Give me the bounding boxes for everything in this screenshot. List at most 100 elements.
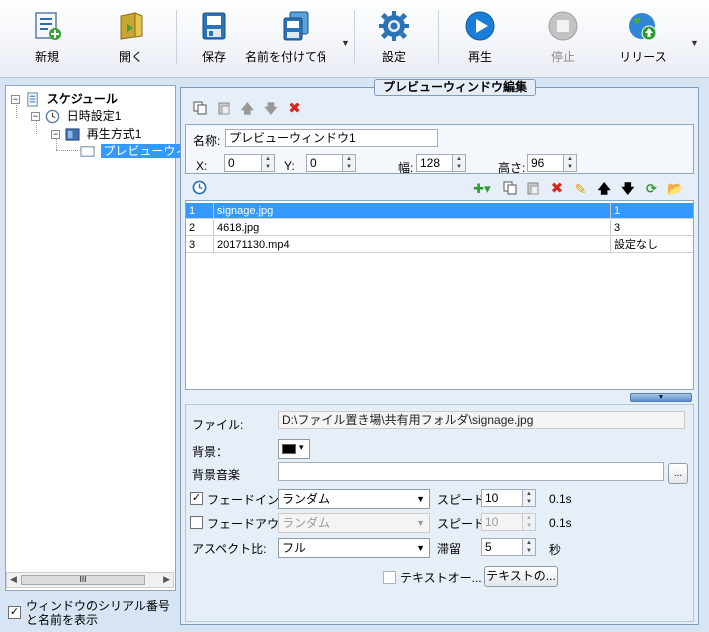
dropdown-arrow-icon: ▾	[299, 442, 304, 452]
y-spinner[interactable]: ▲ ▼	[342, 154, 356, 172]
paste-icon[interactable]	[525, 181, 541, 197]
editor-mini-toolbar: 🡅 🡇 ✖	[192, 100, 307, 118]
settings-label: 設定	[381, 50, 406, 64]
settings-button[interactable]: 設定	[363, 6, 425, 70]
fadeout-speed-spinner[interactable]: ▲ ▼	[522, 513, 536, 531]
aspect-ratio-select[interactable]: フル ▼	[278, 538, 430, 558]
copy-icon[interactable]	[502, 181, 518, 197]
item-properties-section	[185, 404, 694, 622]
save-as-dropdown-arrow-icon[interactable]: ▼	[341, 38, 350, 48]
stop-label: 停止	[550, 50, 575, 64]
x-input[interactable]: 0	[224, 154, 264, 172]
move-up-icon[interactable]: 🡅	[596, 181, 612, 197]
tree-node-schedule[interactable]: − スケジュール	[11, 91, 118, 107]
fadein-mode-select[interactable]: ランダム ▼	[278, 489, 430, 509]
fadeout-speed-input[interactable]: 10	[481, 513, 525, 531]
schedule-clock-icon[interactable]	[192, 180, 207, 198]
schedule-tree: − スケジュール − 日時設定1 − 再生方式1 プレビューウィ	[5, 85, 190, 591]
new-button[interactable]: 新規	[16, 6, 78, 70]
move-down-icon[interactable]: 🡇	[263, 101, 279, 117]
bgm-browse-button[interactable]: ...	[668, 463, 688, 484]
add-file-icon[interactable]: ✚▾	[470, 181, 494, 197]
row-number: 3	[186, 237, 214, 253]
stay-unit: 秒	[549, 543, 562, 557]
stay-spinner[interactable]: ▲ ▼	[522, 538, 536, 556]
save-button[interactable]: 保存	[183, 6, 245, 70]
fadein-unit: 0.1s	[549, 492, 572, 506]
table-row[interactable]: 3 20171130.mp4 設定なし	[186, 237, 693, 253]
name-input[interactable]: プレビューウィンドウ1	[225, 129, 438, 147]
stay-label: 滞留	[437, 542, 462, 556]
collapse-toggle-icon[interactable]: −	[11, 95, 20, 105]
text-settings-button[interactable]: テキストの...	[484, 566, 558, 587]
fadeout-checkbox[interactable]	[190, 516, 203, 529]
width-input[interactable]: 128	[416, 154, 456, 172]
fadein-speed-spinner[interactable]: ▲ ▼	[522, 489, 536, 507]
copy-icon[interactable]	[192, 101, 208, 117]
width-label: 幅:	[398, 161, 414, 175]
save-icon	[202, 12, 226, 40]
table-row[interactable]: 2 4618.jpg 3	[186, 220, 693, 236]
scroll-left-arrow-icon[interactable]: ◀	[10, 574, 17, 585]
play-button[interactable]: 再生	[449, 6, 511, 70]
clear-brush-icon[interactable]: ✎	[573, 181, 589, 197]
save-as-button[interactable]: 名前を付けて保存	[245, 6, 339, 70]
panel-splitter-collapse-button[interactable]: ▼	[630, 393, 692, 402]
scroll-thumb[interactable]: III	[21, 575, 145, 585]
paste-icon[interactable]	[216, 101, 232, 117]
open-folder-icon[interactable]: 📂	[667, 181, 683, 197]
file-label: ファイル:	[192, 418, 244, 432]
aspect-ratio-label: アスペクト比:	[192, 542, 267, 556]
editor-panel-title: プレビューウィンドウ編集	[374, 79, 537, 96]
toolbar-separator	[176, 10, 177, 64]
fadein-speed-input[interactable]: 10	[481, 489, 525, 507]
stay-input[interactable]: 5	[481, 538, 525, 556]
x-spinner[interactable]: ▲ ▼	[261, 154, 275, 172]
scroll-right-arrow-icon[interactable]: ▶	[163, 574, 170, 585]
play-label: 再生	[467, 50, 492, 64]
tree-node-label: スケジュール	[46, 92, 118, 106]
show-serial-checkbox[interactable]: ✓	[8, 606, 21, 619]
collapse-toggle-icon[interactable]: −	[51, 130, 60, 140]
play-icon	[465, 11, 495, 41]
clock-icon	[46, 110, 60, 124]
fadeout-mode-select[interactable]: ランダム ▼	[278, 513, 430, 533]
save-label: 保存	[201, 50, 226, 64]
open-button[interactable]: 開く	[100, 6, 162, 70]
release-dropdown-arrow-icon[interactable]: ▼	[690, 38, 699, 48]
aspect-ratio-value: フル	[282, 541, 307, 555]
name-label: 名称:	[193, 134, 221, 148]
refresh-icon[interactable]: ⟳	[643, 181, 659, 197]
row-number: 1	[186, 203, 214, 219]
globe-release-icon	[629, 13, 657, 41]
gear-icon	[379, 11, 409, 41]
collapse-toggle-icon[interactable]: −	[31, 112, 40, 122]
delete-icon[interactable]: ✖	[287, 100, 303, 117]
width-spinner[interactable]: ▲ ▼	[452, 154, 466, 172]
height-input[interactable]: 96	[527, 154, 567, 172]
row-filename: signage.jpg	[214, 203, 611, 219]
open-label: 開く	[118, 50, 143, 64]
playback-mode-icon	[65, 128, 80, 141]
tree-node-preview-window[interactable]: プレビューウィ	[80, 143, 190, 159]
tree-horizontal-scrollbar[interactable]: ◀ III ▶	[6, 572, 174, 588]
move-up-icon[interactable]: 🡅	[239, 101, 255, 117]
background-color-picker[interactable]: ▾	[278, 439, 310, 459]
fadein-checkbox[interactable]: ✓	[190, 492, 203, 505]
release-button[interactable]: リリース	[612, 6, 674, 70]
tree-node-label: 日時設定1	[66, 109, 122, 123]
stop-button[interactable]: 停止	[532, 6, 594, 70]
bgm-input[interactable]	[278, 462, 664, 481]
text-overlay-checkbox[interactable]	[383, 571, 396, 584]
tree-node-playback[interactable]: − 再生方式1	[51, 126, 141, 142]
table-row[interactable]: 1 signage.jpg 1	[186, 203, 693, 219]
tree-node-datetime[interactable]: − 日時設定1	[31, 108, 121, 124]
y-input[interactable]: 0	[306, 154, 346, 172]
move-down-icon[interactable]: 🡇	[620, 181, 636, 197]
tree-node-label: 再生方式1	[86, 127, 142, 141]
height-spinner[interactable]: ▲ ▼	[563, 154, 577, 172]
delete-icon[interactable]: ✖	[549, 180, 565, 197]
file-path-field: D:\ファイル置き場\共有用フォルダ\signage.jpg	[278, 411, 685, 429]
fadein-label: フェードイン	[207, 493, 280, 507]
dropdown-arrow-icon: ▼	[416, 494, 425, 504]
